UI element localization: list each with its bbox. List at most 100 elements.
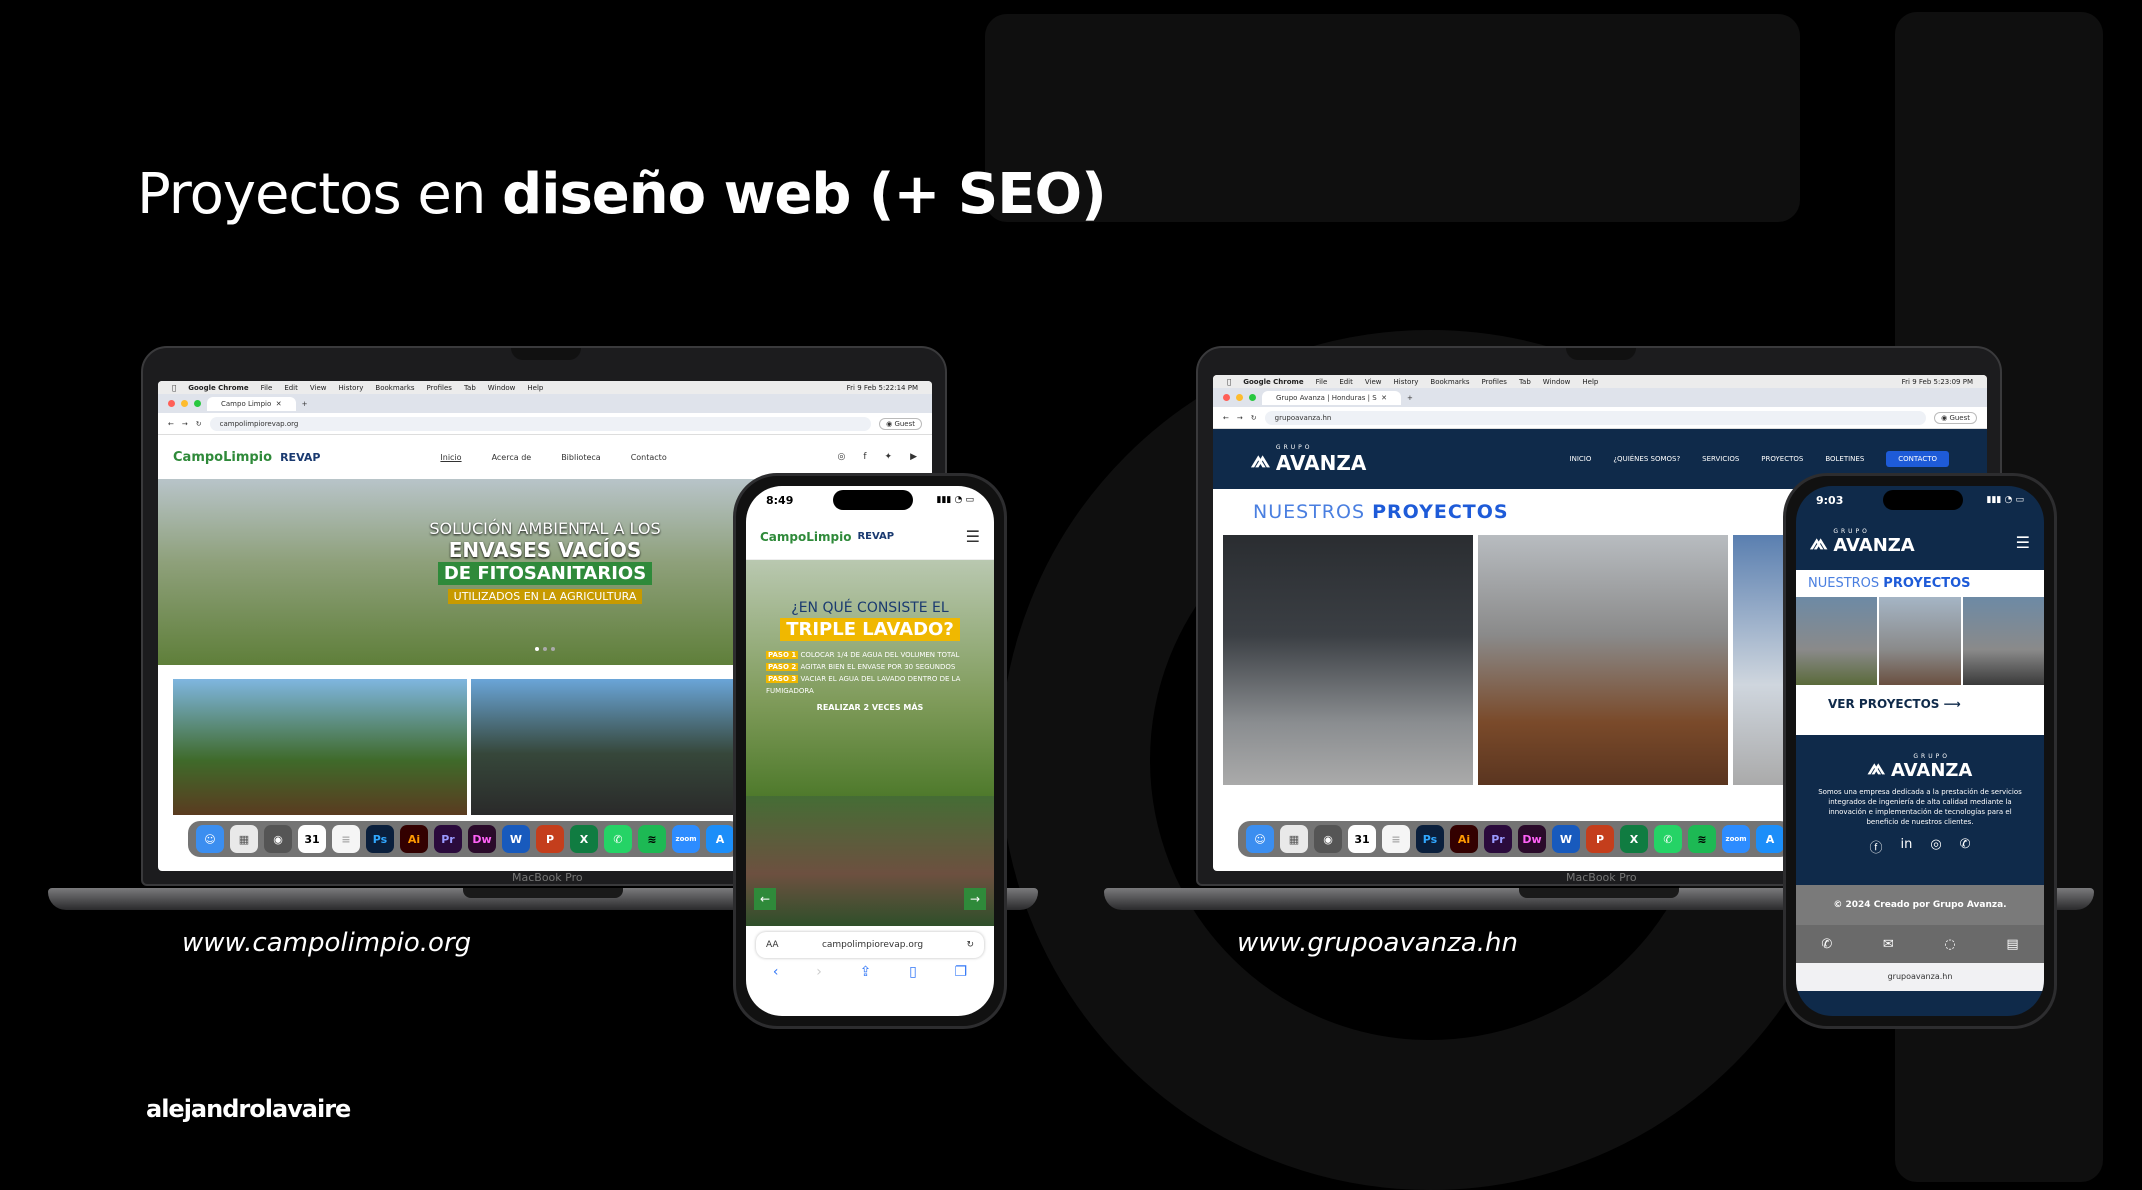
nav-inicio[interactable]: INICIO [1570, 455, 1592, 463]
reload-icon[interactable]: ↻ [966, 940, 974, 950]
menu-history[interactable]: History [339, 384, 364, 392]
spotify-icon[interactable]: ≋ [1688, 825, 1716, 853]
menu-view[interactable]: View [310, 384, 327, 392]
campolimpio-logo[interactable]: CampoLimpio [760, 530, 851, 544]
grupoavanza-url-label[interactable]: www.grupoavanza.hn [1237, 928, 1518, 958]
minimize-window-icon[interactable] [1236, 394, 1243, 401]
finder-icon[interactable]: ☺ [1246, 825, 1274, 853]
nav-contacto[interactable]: Contacto [631, 453, 667, 462]
finder-icon[interactable]: ☺ [196, 825, 224, 853]
youtube-icon[interactable]: ▶ [910, 452, 917, 462]
illustrator-icon[interactable]: Ai [400, 825, 428, 853]
email-icon[interactable]: ✉ [1883, 937, 1894, 952]
guest-profile-button[interactable]: ◉ Guest [879, 417, 922, 430]
menu-bookmarks[interactable]: Bookmarks [375, 384, 414, 392]
menu-help[interactable]: Help [1582, 378, 1598, 386]
next-arrow-icon[interactable]: → [964, 888, 986, 910]
back-icon[interactable]: ‹ [773, 964, 779, 980]
nav-proyectos[interactable]: PROYECTOS [1761, 455, 1803, 463]
menu-bookmarks[interactable]: Bookmarks [1430, 378, 1469, 386]
prev-arrow-icon[interactable]: ← [754, 888, 776, 910]
new-tab-icon[interactable]: + [302, 400, 308, 408]
photoshop-icon[interactable]: Ps [366, 825, 394, 853]
mobile-photo-2[interactable] [1879, 597, 1961, 685]
facebook-icon[interactable]: ⓕ [1869, 837, 1882, 856]
browser-tab[interactable]: Campo Limpio ✕ [207, 396, 296, 411]
menu-file[interactable]: File [1316, 378, 1328, 386]
reload-icon[interactable]: ↻ [1251, 414, 1257, 422]
menu-profiles[interactable]: Profiles [1482, 378, 1507, 386]
avanza-logo[interactable]: ⩕ GRUPO AVANZA [1810, 528, 1915, 556]
campolimpio-logo[interactable]: CampoLimpio [173, 450, 272, 465]
excel-icon[interactable]: X [1620, 825, 1648, 853]
phone-icon[interactable]: ✆ [1821, 937, 1832, 952]
forward-icon[interactable]: → [1237, 414, 1243, 422]
nav-boletines[interactable]: BOLETINES [1825, 455, 1864, 463]
chrome-icon[interactable]: ◉ [1314, 825, 1342, 853]
word-icon[interactable]: W [502, 825, 530, 853]
ver-proyectos-button[interactable]: VER PROYECTOS ⟶ [1828, 697, 2044, 711]
spotify-icon[interactable]: ≋ [638, 825, 666, 853]
close-window-icon[interactable] [1223, 394, 1230, 401]
whatsapp-icon[interactable]: ✆ [604, 825, 632, 853]
menu-tab[interactable]: Tab [1519, 378, 1531, 386]
minimize-window-icon[interactable] [181, 400, 188, 407]
nav-quienes-somos[interactable]: ¿QUIÉNES SOMOS? [1613, 455, 1680, 463]
dreamweaver-icon[interactable]: Dw [468, 825, 496, 853]
launchpad-icon[interactable]: ▦ [230, 825, 258, 853]
powerpoint-icon[interactable]: P [536, 825, 564, 853]
safari-address-bar[interactable]: grupoavanza.hn [1796, 963, 2044, 991]
calendar-icon[interactable]: 31 [298, 825, 326, 853]
menu-window[interactable]: Window [1543, 378, 1571, 386]
avanza-logo[interactable]: ⩕ GRUPO AVANZA [1251, 444, 1366, 475]
powerpoint-icon[interactable]: P [1586, 825, 1614, 853]
menu-file[interactable]: File [261, 384, 273, 392]
zoom-icon[interactable]: zoom [1722, 825, 1750, 853]
menu-help[interactable]: Help [527, 384, 543, 392]
zoom-icon[interactable]: zoom [672, 825, 700, 853]
maximize-window-icon[interactable] [1249, 394, 1256, 401]
twitter-icon[interactable]: ✦ [885, 452, 893, 462]
reload-icon[interactable]: ↻ [196, 420, 202, 428]
hamburger-menu-icon[interactable]: ☰ [2016, 533, 2030, 552]
hamburger-menu-icon[interactable]: ☰ [966, 527, 980, 546]
bookmarks-icon[interactable]: ▯ [909, 964, 917, 980]
excel-icon[interactable]: X [570, 825, 598, 853]
menu-view[interactable]: View [1365, 378, 1382, 386]
whatsapp-icon[interactable]: ✆ [1960, 837, 1971, 856]
calendar-icon[interactable]: 31 [1348, 825, 1376, 853]
chrome-icon[interactable]: ◉ [264, 825, 292, 853]
instagram-icon[interactable]: ◎ [1930, 837, 1941, 856]
menu-tab[interactable]: Tab [464, 384, 476, 392]
back-icon[interactable]: ← [168, 420, 174, 428]
maximize-window-icon[interactable] [194, 400, 201, 407]
tabs-icon[interactable]: ❐ [955, 964, 968, 980]
guest-profile-button[interactable]: ◉ Guest [1934, 411, 1977, 424]
safari-address-bar[interactable]: AA campolimpiorevap.org ↻ [756, 932, 984, 958]
appstore-icon[interactable]: A [706, 825, 734, 853]
carousel-dots[interactable] [535, 647, 555, 651]
menu-history[interactable]: History [1394, 378, 1419, 386]
dreamweaver-icon[interactable]: Dw [1518, 825, 1546, 853]
mobile-photo-3[interactable] [1962, 597, 2044, 685]
instagram-icon[interactable]: ◎ [838, 452, 846, 462]
forward-icon[interactable]: → [182, 420, 188, 428]
nav-inicio[interactable]: Inicio [440, 453, 461, 462]
list-icon[interactable]: ▤ [2006, 937, 2018, 952]
new-tab-icon[interactable]: + [1407, 394, 1413, 402]
nav-acerca[interactable]: Acerca de [492, 453, 532, 462]
address-bar[interactable]: campolimpiorevap.org [209, 416, 872, 431]
notes-icon[interactable]: ≡ [332, 825, 360, 853]
close-window-icon[interactable] [168, 400, 175, 407]
back-icon[interactable]: ← [1223, 414, 1229, 422]
menu-profiles[interactable]: Profiles [427, 384, 452, 392]
address-bar[interactable]: grupoavanza.hn [1264, 410, 1927, 425]
project-photo-store[interactable] [1223, 535, 1473, 785]
launchpad-icon[interactable]: ▦ [1280, 825, 1308, 853]
notes-icon[interactable]: ≡ [1382, 825, 1410, 853]
menu-window[interactable]: Window [488, 384, 516, 392]
share-icon[interactable]: ⇪ [860, 964, 872, 980]
illustrator-icon[interactable]: Ai [1450, 825, 1478, 853]
whatsapp-icon[interactable]: ✆ [1654, 825, 1682, 853]
mobile-photo-1[interactable] [1796, 597, 1878, 685]
